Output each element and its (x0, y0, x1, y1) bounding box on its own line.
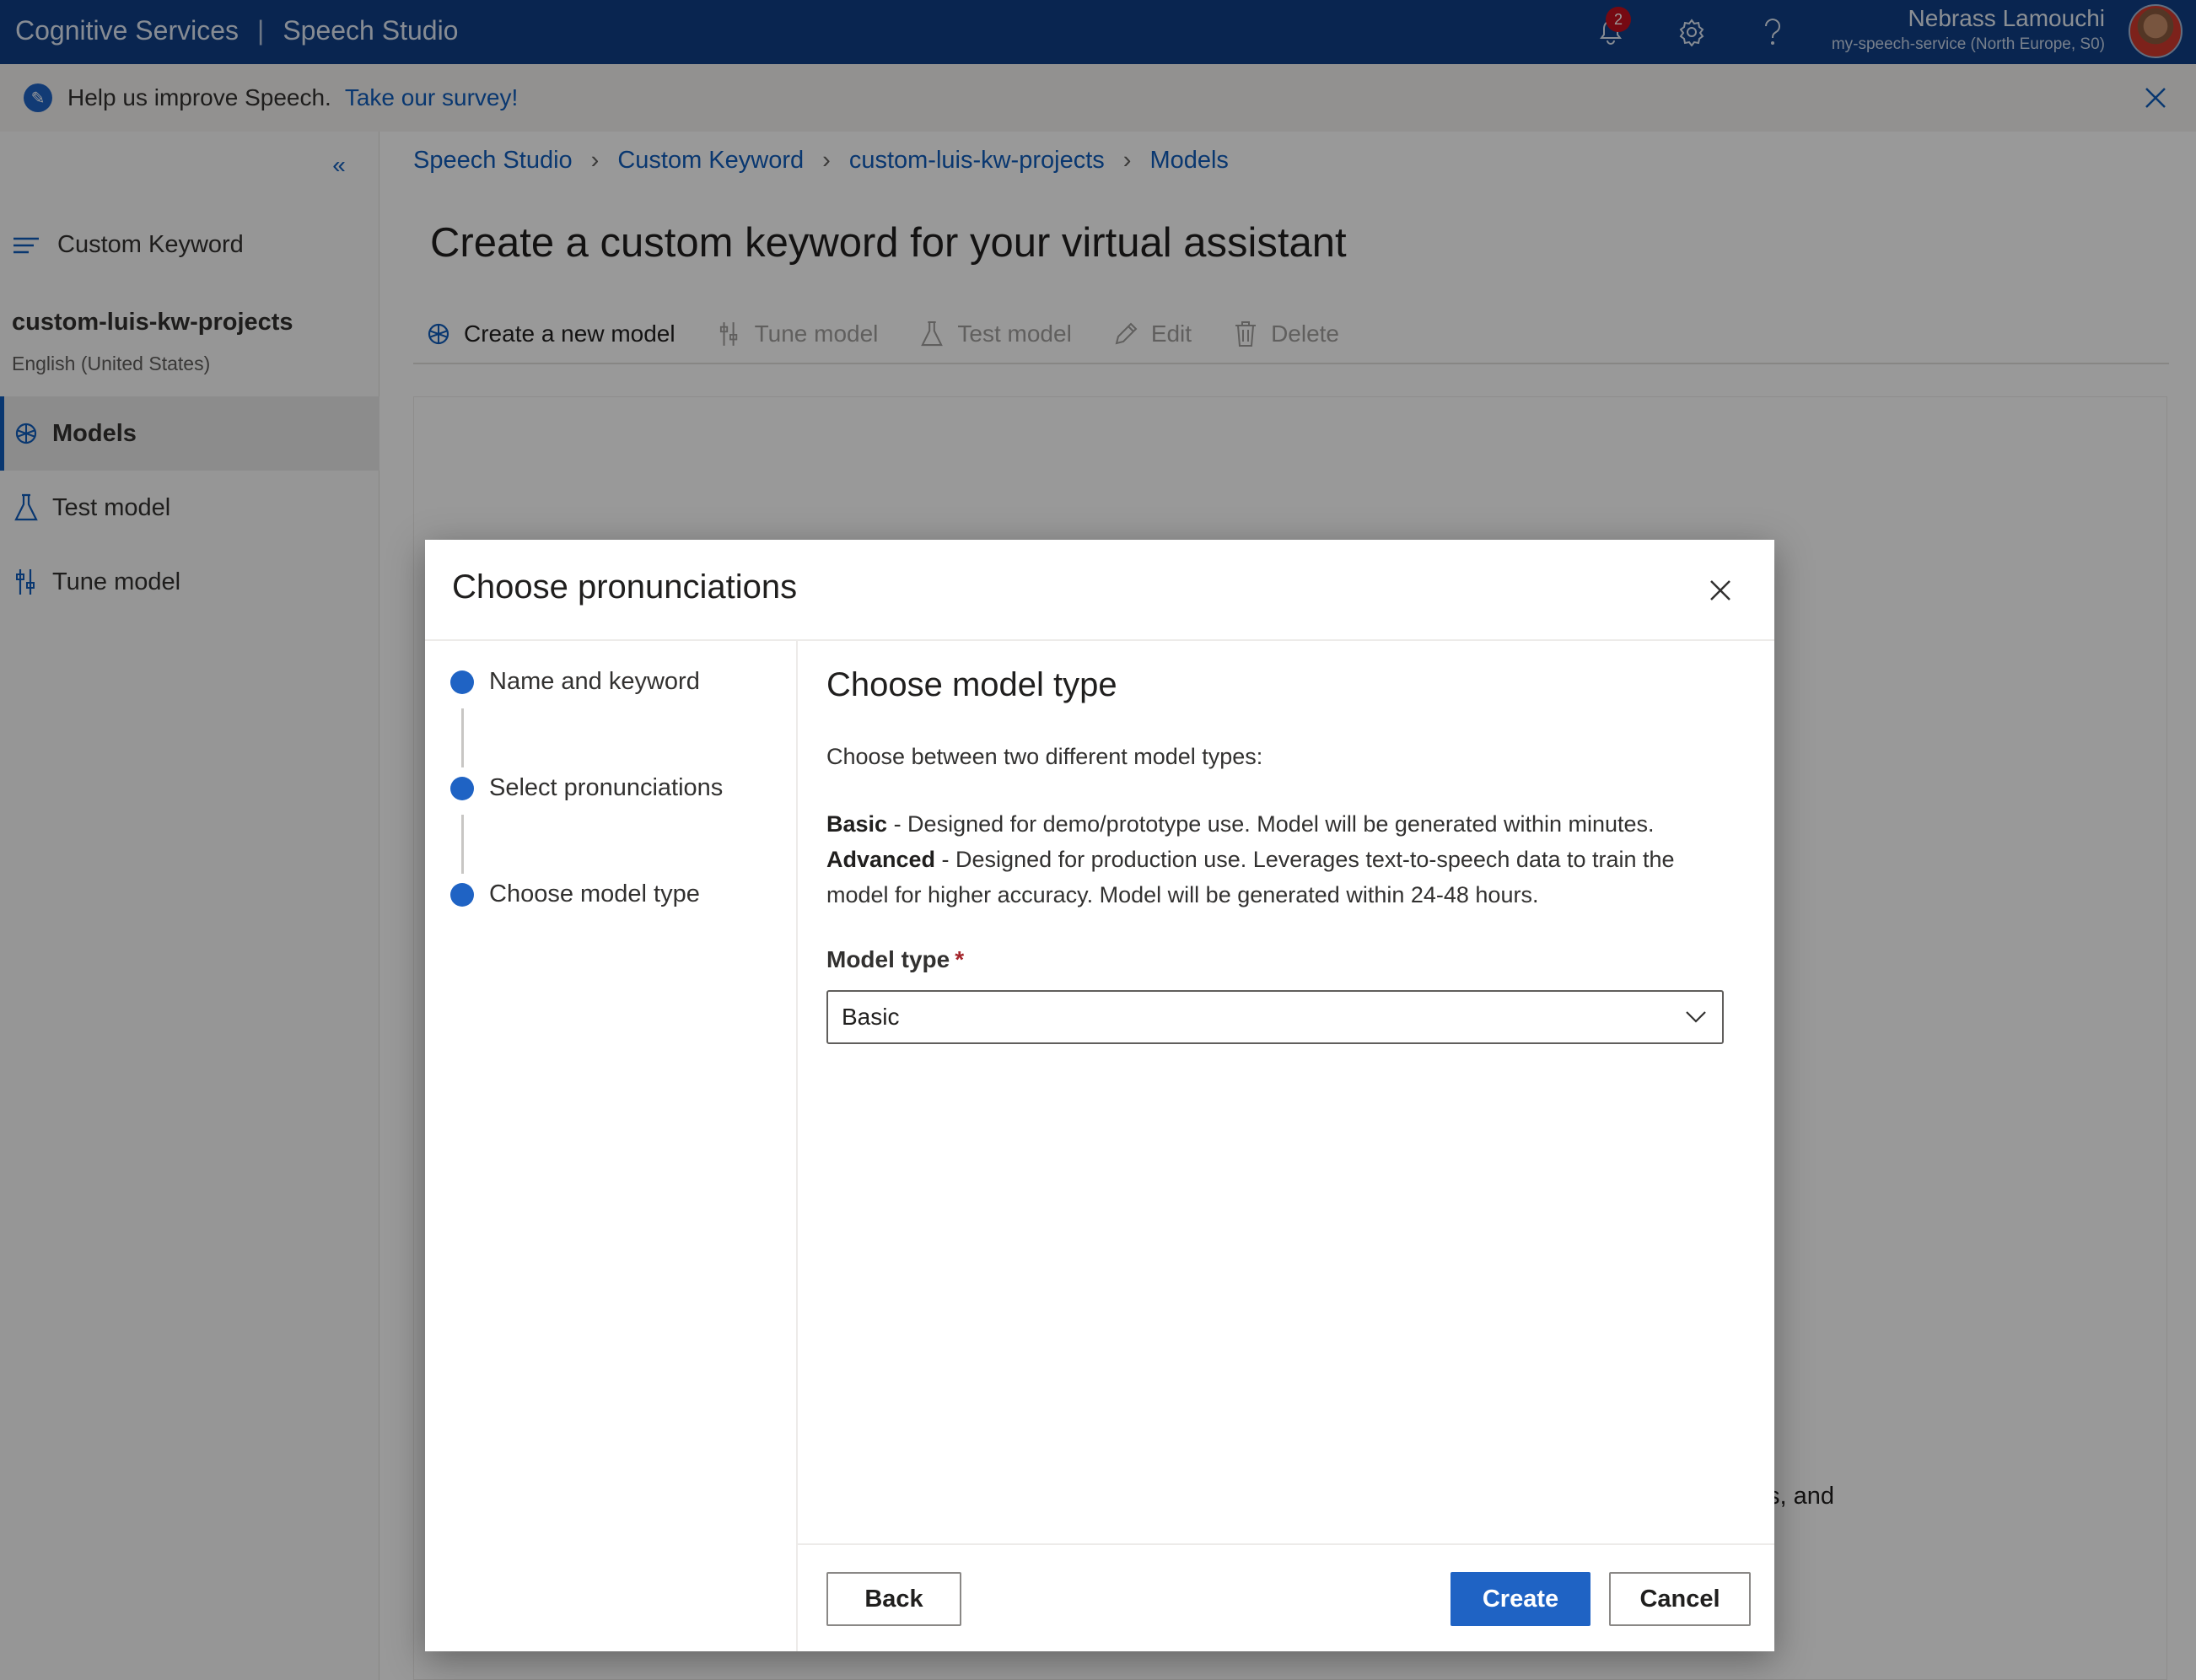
step-choose-model-type[interactable]: Choose model type (450, 880, 700, 908)
dialog-close-button[interactable] (1704, 573, 1737, 607)
dialog-title: Choose pronunciations (452, 568, 798, 606)
choose-pronunciations-dialog: Choose pronunciations Name and keyword S… (425, 540, 1774, 1651)
model-type-selected: Basic (842, 1004, 900, 1030)
step-connector (461, 815, 464, 874)
step-select-pronunciations[interactable]: Select pronunciations (450, 774, 723, 802)
dialog-body: Choose model type Choose between two dif… (798, 641, 1774, 1542)
wizard-steps: Name and keyword Select pronunciations C… (425, 641, 798, 1651)
dialog-footer: Back Create Cancel (798, 1543, 1774, 1651)
back-button[interactable]: Back (826, 1572, 961, 1626)
required-marker: * (955, 946, 965, 972)
step-dot (450, 670, 474, 694)
model-type-dropdown[interactable]: Basic (826, 990, 1724, 1044)
advanced-description: - Designed for production use. Leverages… (826, 847, 1675, 907)
step-dot (450, 882, 474, 907)
model-type-label: Model type * (826, 946, 964, 973)
step-label: Select pronunciations (489, 774, 724, 801)
step-dot (450, 776, 474, 800)
step-connector (461, 708, 464, 767)
chevron-down-icon (1686, 1011, 1706, 1023)
basic-description: - Designed for demo/prototype use. Model… (887, 811, 1655, 837)
section-title: Choose model type (826, 666, 1117, 703)
model-type-description: Basic - Designed for demo/prototype use.… (826, 806, 1737, 913)
step-label: Choose model type (489, 880, 700, 907)
step-label: Name and keyword (489, 668, 700, 695)
close-icon (1710, 580, 1730, 600)
advanced-label: Advanced (826, 847, 936, 872)
step-name-and-keyword[interactable]: Name and keyword (450, 668, 700, 696)
create-button[interactable]: Create (1451, 1572, 1590, 1626)
intro-text: Choose between two different model types… (826, 744, 1263, 769)
dialog-header: Choose pronunciations (425, 540, 1774, 641)
cancel-button[interactable]: Cancel (1609, 1572, 1751, 1626)
model-type-label-text: Model type (826, 946, 950, 972)
basic-label: Basic (826, 811, 888, 837)
